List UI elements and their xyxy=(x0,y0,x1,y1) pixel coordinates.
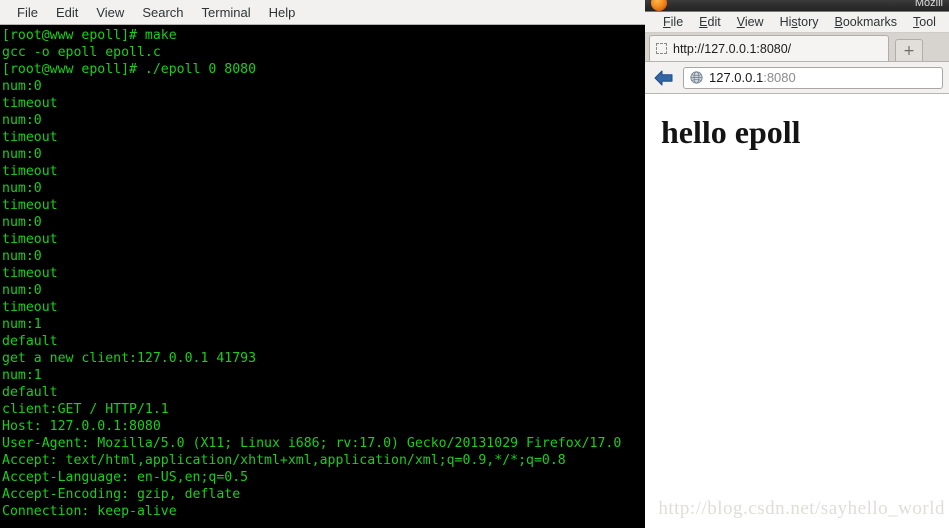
terminal-line: gcc -o epoll epoll.c xyxy=(2,45,161,60)
terminal-line: timeout xyxy=(2,266,58,281)
url-text: 127.0.0.1:8080 xyxy=(709,70,796,85)
terminal-line: num:0 xyxy=(2,147,42,162)
terminal-line: num:0 xyxy=(2,113,42,128)
terminal-line: get a new client:127.0.0.1 41793 xyxy=(2,351,257,366)
terminal-line: timeout xyxy=(2,130,58,145)
terminal-menu-terminal[interactable]: Terminal xyxy=(193,3,260,22)
terminal-line: Accept: text/html,application/xhtml+xml,… xyxy=(2,453,566,468)
screen: File Edit View Search Terminal Help [roo… xyxy=(0,0,949,528)
browser-window: Mozill File Edit View History Bookmarks … xyxy=(645,0,949,528)
terminal-line: Host: 127.0.0.1:8080 xyxy=(2,419,161,434)
tab-title: http://127.0.0.1:8080/ xyxy=(673,41,792,56)
back-button[interactable] xyxy=(651,66,677,90)
terminal-line: timeout xyxy=(2,300,58,315)
plus-icon: + xyxy=(903,42,915,59)
browser-menu-bookmarks[interactable]: Bookmarks xyxy=(827,15,906,29)
terminal-line: num:0 xyxy=(2,215,42,230)
terminal-line: Accept-Language: en-US,en;q=0.5 xyxy=(2,470,249,485)
terminal-line: num:1 xyxy=(2,317,42,332)
browser-menu-bar: File Edit View History Bookmarks Tool xyxy=(645,12,949,33)
terminal-line: timeout xyxy=(2,96,58,111)
terminal-line: num:0 xyxy=(2,283,42,298)
globe-favicon-icon xyxy=(690,71,703,84)
terminal-menu-view[interactable]: View xyxy=(87,3,133,22)
terminal-line: [root@www epoll]# ./epoll 0 8080 xyxy=(2,62,257,77)
browser-menu-file[interactable]: File xyxy=(655,15,691,29)
terminal-line: timeout xyxy=(2,164,58,179)
terminal-line: client:GET / HTTP/1.1 xyxy=(2,402,169,417)
terminal-menu-edit[interactable]: Edit xyxy=(47,3,87,22)
terminal-line: default xyxy=(2,385,58,400)
browser-title-bar[interactable]: Mozill xyxy=(645,0,949,12)
url-bar[interactable]: 127.0.0.1:8080 xyxy=(683,66,943,89)
terminal-menu-bar: File Edit View Search Terminal Help xyxy=(0,0,645,25)
terminal-line: User-Agent: Mozilla/5.0 (X11; Linux i686… xyxy=(2,436,622,451)
terminal-line: num:1 xyxy=(2,368,42,383)
terminal-menu-help[interactable]: Help xyxy=(260,3,305,22)
terminal-line: num:0 xyxy=(2,249,42,264)
terminal-line: default xyxy=(2,334,58,349)
browser-menu-tools[interactable]: Tool xyxy=(905,15,944,29)
url-host: 127.0.0.1 xyxy=(709,70,764,85)
terminal-line: [root@www epoll]# make xyxy=(2,28,177,43)
tab-placeholder-favicon-icon xyxy=(656,43,667,54)
firefox-logo-icon xyxy=(651,0,667,11)
back-arrow-icon xyxy=(654,70,673,85)
page-heading: hello epoll xyxy=(661,114,801,150)
new-tab-button[interactable]: + xyxy=(895,39,923,61)
page-content: hello epoll xyxy=(645,94,949,528)
terminal-line: Accept-Encoding: gzip, deflate xyxy=(2,487,241,502)
terminal-line: timeout xyxy=(2,198,58,213)
terminal-menu-search[interactable]: Search xyxy=(133,3,192,22)
terminal-menu-file[interactable]: File xyxy=(8,3,47,22)
browser-navigation-bar: 127.0.0.1:8080 xyxy=(645,62,949,94)
terminal-line: Connection: keep-alive xyxy=(2,504,177,519)
url-port: :8080 xyxy=(763,70,796,85)
terminal-line: num:0 xyxy=(2,79,42,94)
browser-tab-strip: http://127.0.0.1:8080/ + xyxy=(645,33,949,62)
terminal-line: num:0 xyxy=(2,181,42,196)
terminal-output[interactable]: [root@www epoll]# make gcc -o epoll epol… xyxy=(0,25,645,528)
browser-menu-edit[interactable]: Edit xyxy=(691,15,729,29)
browser-menu-view[interactable]: View xyxy=(729,15,772,29)
browser-tab[interactable]: http://127.0.0.1:8080/ xyxy=(649,35,889,61)
terminal-line: timeout xyxy=(2,232,58,247)
terminal-window: File Edit View Search Terminal Help [roo… xyxy=(0,0,645,528)
browser-menu-history[interactable]: History xyxy=(772,15,827,29)
browser-window-title: Mozill xyxy=(914,0,943,9)
